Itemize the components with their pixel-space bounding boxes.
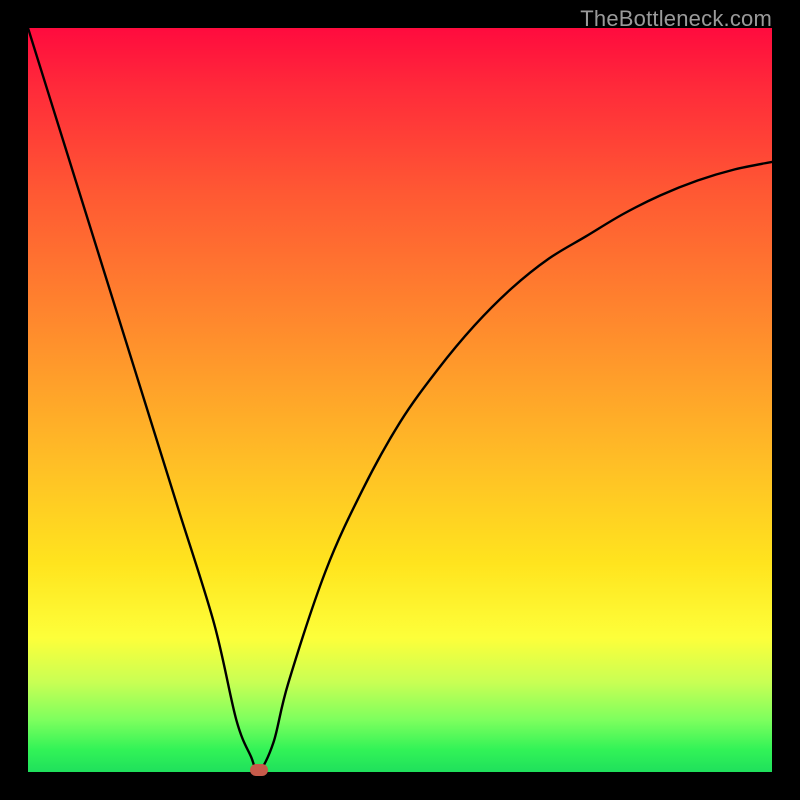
bottleneck-curve [28, 28, 772, 772]
chart-container: TheBottleneck.com [0, 0, 800, 800]
plot-area [28, 28, 772, 772]
watermark-text: TheBottleneck.com [580, 6, 772, 32]
optimal-marker [250, 764, 268, 776]
